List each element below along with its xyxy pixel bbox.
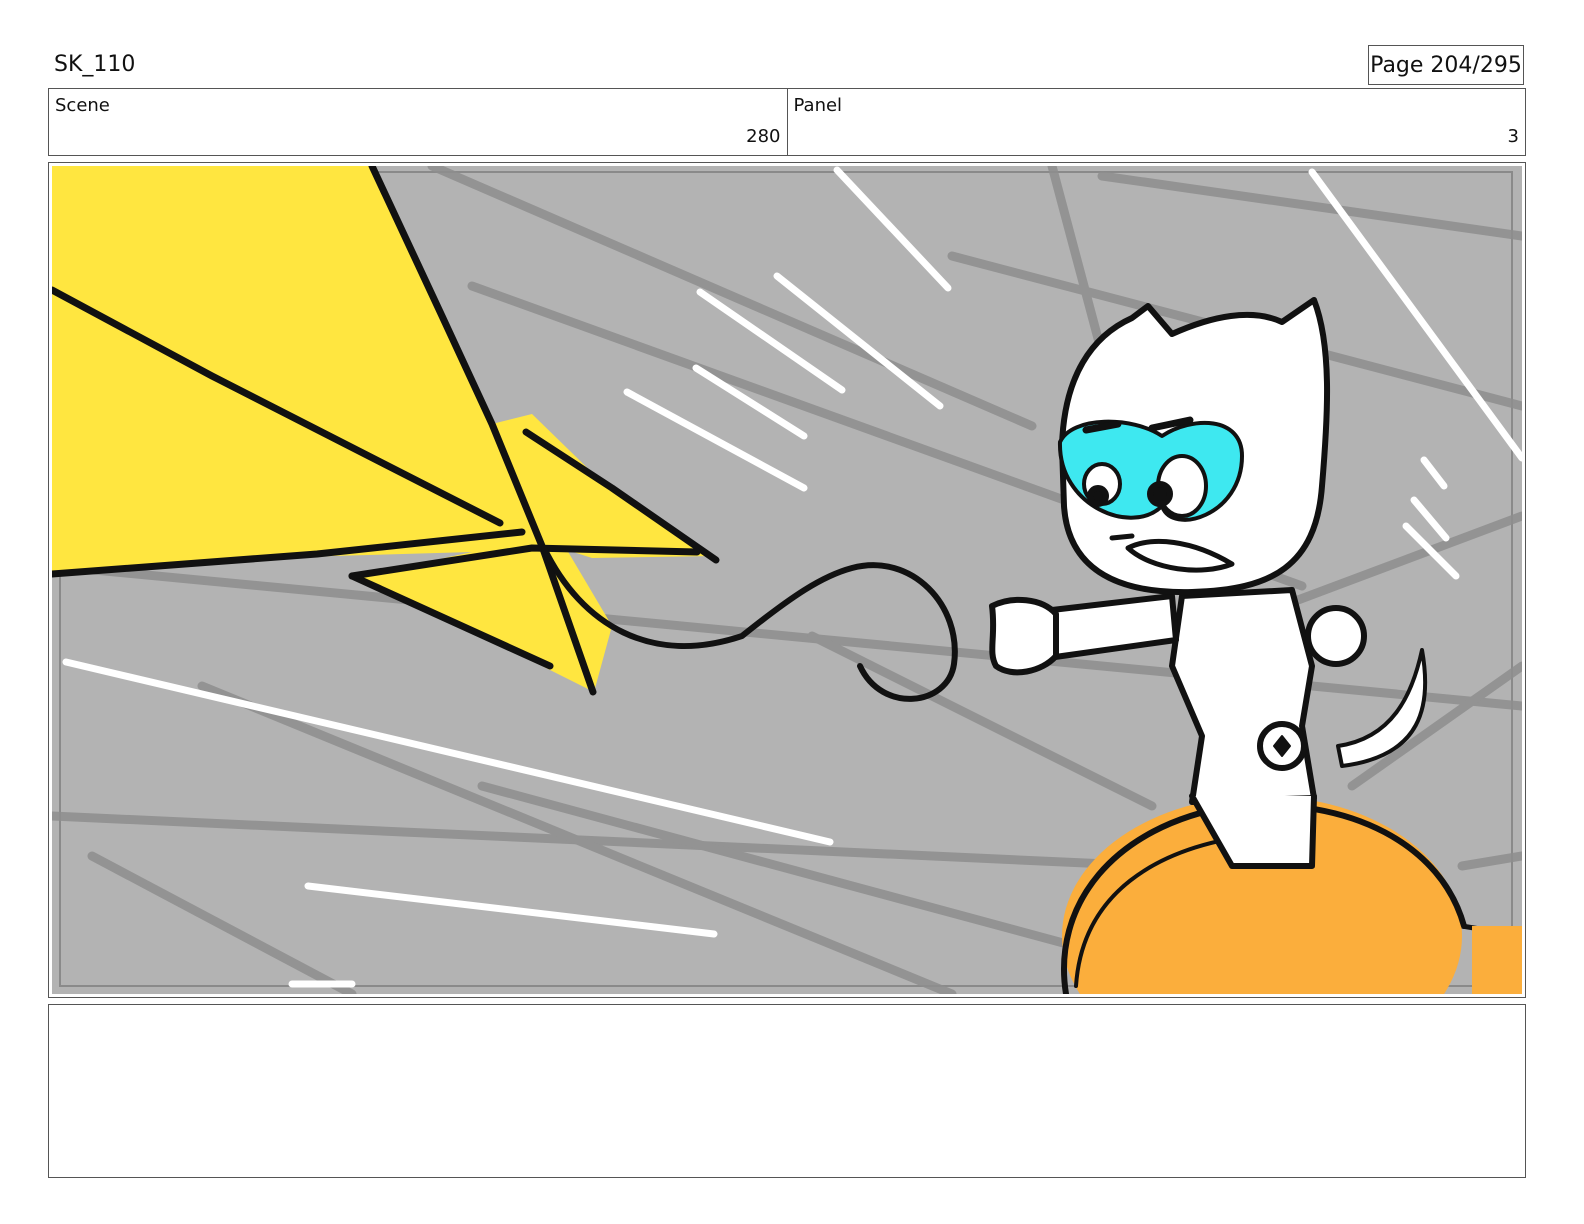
scene-label: Scene (55, 95, 110, 116)
storyboard-panel-frame (48, 162, 1526, 998)
page-number: Page 204/295 (1368, 45, 1524, 85)
sequence-code: SK_110 (54, 52, 136, 77)
storyboard-drawing (52, 166, 1522, 994)
scene-cell: Scene 280 (49, 89, 787, 155)
panel-label: Panel (793, 95, 843, 116)
scene-panel-info: Scene 280 Panel 3 (48, 88, 1526, 156)
panel-cell: Panel 3 (786, 89, 1526, 155)
notes-box (48, 1004, 1526, 1178)
panel-number: 3 (1507, 126, 1519, 147)
scene-number: 280 (746, 126, 781, 147)
